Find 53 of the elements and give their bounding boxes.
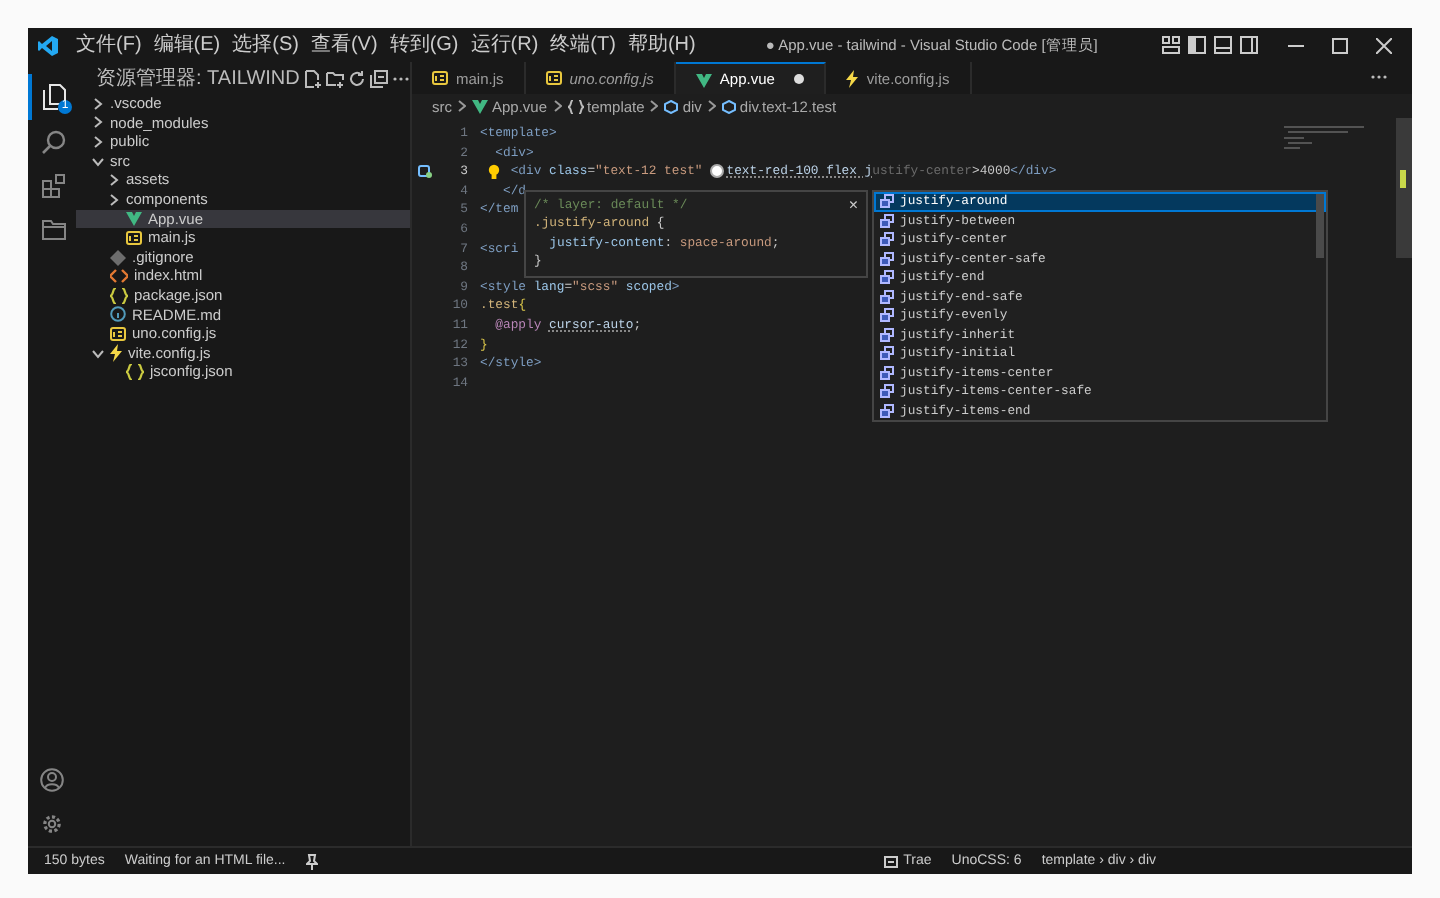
vue-icon xyxy=(126,210,142,227)
cube-icon xyxy=(664,99,679,113)
panel-toggle-icon[interactable] xyxy=(1214,36,1232,54)
secondary-sidebar-icon[interactable] xyxy=(1240,36,1258,54)
lightning-icon xyxy=(110,344,122,363)
settings-icon[interactable] xyxy=(40,812,64,836)
new-folder-icon[interactable] xyxy=(325,69,344,87)
explorer-title: 资源管理器: TAILWIND xyxy=(96,66,300,92)
menu-item[interactable]: 运行(R) xyxy=(464,31,545,59)
maximize-icon[interactable] xyxy=(1332,37,1348,53)
code-icon xyxy=(110,268,128,285)
menu-item[interactable]: 查看(V) xyxy=(304,31,384,59)
vue-icon xyxy=(695,71,712,87)
braces-icon xyxy=(110,287,128,304)
close-button[interactable]: × xyxy=(848,196,858,214)
info-icon xyxy=(110,306,126,323)
search-icon[interactable] xyxy=(42,130,66,154)
chevron-right-icon xyxy=(553,100,562,112)
script-file-icon xyxy=(432,70,448,86)
cube-icon xyxy=(721,99,736,113)
script-file-icon xyxy=(126,229,142,246)
vue-icon xyxy=(472,98,488,114)
menu-item[interactable]: 终端(T) xyxy=(544,31,622,59)
sidebar-toggle-icon[interactable] xyxy=(1188,36,1206,54)
braces-icon xyxy=(126,364,144,381)
menu-item[interactable]: 文件(F) xyxy=(70,31,148,59)
scrollbar-thumb[interactable] xyxy=(1316,194,1324,258)
menu-item[interactable]: 转到(G) xyxy=(383,31,465,59)
extensions-icon[interactable] xyxy=(42,174,66,198)
braces-icon xyxy=(567,99,584,113)
account-icon[interactable] xyxy=(40,768,64,792)
menu-item[interactable]: 帮助(H) xyxy=(621,31,702,59)
menu-item[interactable]: 选择(S) xyxy=(226,31,305,59)
pin-icon[interactable] xyxy=(305,853,318,869)
new-file-icon[interactable] xyxy=(303,69,322,87)
collapse-all-icon[interactable] xyxy=(369,69,388,87)
scrollbar[interactable] xyxy=(1396,118,1412,258)
files-icon[interactable] xyxy=(42,84,66,110)
script-file-icon xyxy=(545,70,562,86)
close-icon[interactable] xyxy=(1376,37,1392,53)
git-icon xyxy=(110,249,126,266)
menu-item[interactable]: 编辑(E) xyxy=(147,31,227,59)
lightning-icon xyxy=(846,69,859,87)
chevron-right-icon xyxy=(707,100,716,112)
layout-icon[interactable] xyxy=(1162,36,1180,54)
vscode-logo-icon xyxy=(38,35,58,55)
chevron-right-icon xyxy=(458,100,466,112)
color-swatch xyxy=(710,164,725,178)
script-file-icon xyxy=(110,325,126,342)
more-actions-icon[interactable] xyxy=(1370,74,1388,80)
chevron-right-icon xyxy=(650,100,659,112)
folder-icon[interactable] xyxy=(42,218,66,240)
refresh-icon[interactable] xyxy=(347,69,366,87)
